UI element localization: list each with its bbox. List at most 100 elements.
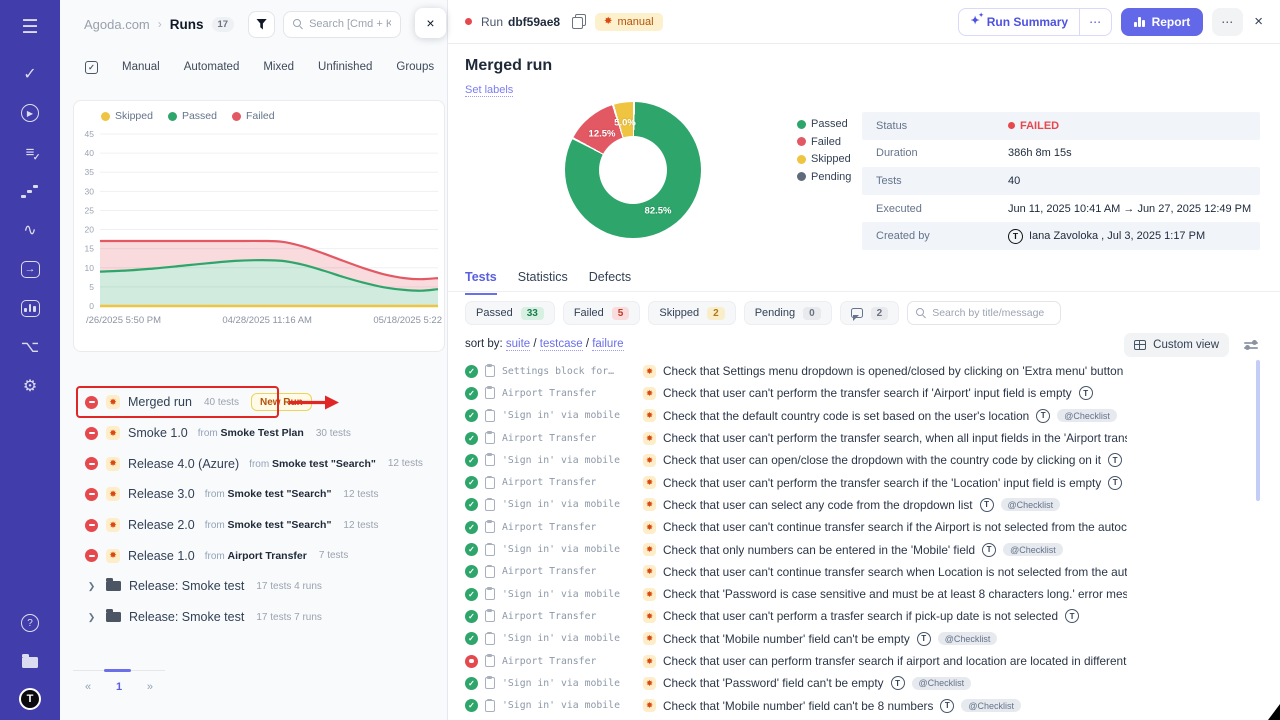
manual-icon: ✸	[643, 655, 656, 668]
run-row[interactable]: ✸ Release 3.0 from Smoke test "Search" 1…	[60, 479, 447, 510]
run-result-donut: 82.5%12.5%5.0%	[565, 102, 701, 238]
chevron-right-icon[interactable]: ❯	[85, 581, 98, 592]
sidebar-menu-icon[interactable]: ☰	[16, 14, 44, 40]
filter-chip-pending[interactable]: Pending0	[744, 301, 832, 325]
run-name: Merged run	[128, 395, 192, 409]
test-row[interactable]: ✓ Airport Transfer ✸ Check that user can…	[465, 561, 1127, 583]
run-detail-body: Merged run Set labels 82.5%12.5%5.0% Pas…	[448, 44, 1280, 720]
test-row[interactable]: ✓ 'Sign in' via mobile ✸ Check that 'Mob…	[465, 694, 1127, 716]
test-row[interactable]: ✓ 'Sign in' via mobile ✸ Check that user…	[465, 494, 1127, 516]
test-row[interactable]: ✓ Airport Transfer ✸ Check that user can…	[465, 382, 1127, 404]
test-row[interactable]: ✓ Settings block for… ✸ Check that Setti…	[465, 360, 1127, 382]
copy-icon[interactable]	[571, 14, 586, 29]
pagination-next[interactable]: »	[147, 681, 153, 693]
runs-tab-automated[interactable]: Automated	[184, 61, 240, 73]
runs-tab-manual[interactable]: Manual	[122, 61, 160, 73]
legend-item: Failed	[797, 136, 851, 148]
run-name: Release 4.0 (Azure)	[128, 457, 239, 471]
filter-chip-skipped[interactable]: Skipped2	[648, 301, 735, 325]
sidebar-help-icon[interactable]: ?	[16, 610, 44, 636]
sort-link-failure[interactable]: failure	[592, 338, 623, 351]
trend-legend: SkippedPassedFailed	[74, 110, 444, 122]
runs-tab-mixed[interactable]: Mixed	[263, 61, 294, 73]
run-row[interactable]: ✸ Smoke 1.0 from Smoke Test Plan 30 test…	[60, 418, 447, 449]
runs-tab-unfinished[interactable]: Unfinished	[318, 61, 372, 73]
report-button[interactable]: Report	[1121, 8, 1203, 36]
run-summary-button[interactable]: ✦✦ Run Summary ⋯	[958, 8, 1112, 36]
sidebar-test-cases-icon[interactable]: ≡✓	[16, 139, 44, 165]
manual-icon: ✸	[643, 409, 656, 422]
info-row: Created by TIana Zavoloka , Jul 3, 2025 …	[862, 222, 1260, 250]
sidebar-reports-icon[interactable]	[16, 295, 44, 321]
tests-search[interactable]	[907, 301, 1061, 325]
comments-count-badge: 2	[871, 307, 889, 320]
testcase-icon	[485, 610, 495, 622]
legend-item: Failed	[232, 110, 275, 122]
creator-avatar: T	[1008, 229, 1023, 244]
test-row[interactable]: ✓ Airport Transfer ✸ Check that user can…	[465, 471, 1127, 493]
tests-scrollbar[interactable]	[1256, 360, 1260, 501]
pagination-current-page[interactable]: 1	[116, 681, 122, 693]
run-row[interactable]: ✸ Merged run 40 tests New Run	[60, 387, 447, 418]
test-row[interactable]: ✓ Airport Transfer ✸ Check that user can…	[465, 605, 1127, 627]
test-row[interactable]: ✓ 'Sign in' via mobile ✸ Check that 'Pas…	[465, 583, 1127, 605]
test-row[interactable]: ✓ 'Sign in' via mobile ✸ Check that only…	[465, 538, 1127, 560]
view-settings-icon[interactable]	[1244, 339, 1258, 352]
run-summary-more-button[interactable]: ⋯	[1079, 9, 1111, 35]
checklist-badge: @Checklist	[938, 632, 998, 645]
manual-icon: ✸	[106, 395, 120, 409]
chevron-right-icon[interactable]: ❯	[85, 612, 98, 623]
sidebar-runs-play-icon[interactable]: ▶	[16, 100, 44, 126]
testcase-icon	[485, 633, 495, 645]
svg-text:35: 35	[85, 167, 95, 177]
failed-status-icon	[85, 396, 98, 409]
test-row[interactable]: ✓ 'Sign in' via mobile ✸ Check that 'Pas…	[465, 672, 1127, 694]
svg-text:40: 40	[85, 148, 95, 158]
sidebar-milestones-icon[interactable]	[16, 178, 44, 204]
run-row[interactable]: ✸ Release 1.0 from Airport Transfer 7 te…	[60, 540, 447, 571]
legend-dot	[797, 137, 806, 146]
suite-name: Airport Transfer	[502, 611, 636, 622]
tests-search-input[interactable]	[932, 307, 1052, 319]
close-run-detail-button[interactable]: ×	[1252, 13, 1265, 30]
test-title: Check that 'Password is case sensitive a…	[663, 587, 1127, 601]
sidebar-activity-icon[interactable]: ∿	[16, 217, 44, 243]
test-row[interactable]: ✓ 'Sign in' via mobile ✸ Check that 'Mob…	[465, 628, 1127, 650]
sidebar-versions-icon[interactable]: ⌥	[16, 334, 44, 360]
panel-close-button[interactable]: ×	[415, 8, 446, 38]
test-row[interactable]: ✓ Airport Transfer ✸ Check that user can…	[465, 516, 1127, 538]
set-labels-link[interactable]: Set labels	[465, 84, 513, 97]
sort-link-suite[interactable]: suite	[506, 338, 530, 351]
runs-search-input[interactable]	[309, 18, 391, 30]
passed-status-icon: ✓	[465, 632, 478, 645]
filter-chip-failed[interactable]: Failed5	[563, 301, 641, 325]
select-runs-icon[interactable]: ✓	[85, 61, 98, 74]
sidebar-sign-in-icon[interactable]: →	[16, 256, 44, 282]
donut-slice-label: 82.5%	[645, 206, 672, 217]
run-group-row[interactable]: ❯ Release: Smoke test 17 tests 4 runs	[60, 571, 447, 602]
more-actions-button[interactable]: ⋯	[1212, 8, 1243, 36]
filter-chip-comments[interactable]: 2	[840, 301, 900, 325]
run-group-row[interactable]: ❯ Release: Smoke test 17 tests 7 runs	[60, 602, 447, 633]
sidebar-projects-icon[interactable]	[16, 649, 44, 675]
test-row[interactable]: ✓ 'Sign in' via mobile ✸ Check that the …	[465, 405, 1127, 427]
sidebar-tasks-icon[interactable]: ✓	[16, 61, 44, 87]
run-row[interactable]: ✸ Release 4.0 (Azure) from Smoke test "S…	[60, 448, 447, 479]
test-row[interactable]: ✓ Airport Transfer ✸ Check that user can…	[465, 427, 1127, 449]
run-row[interactable]: ✸ Release 2.0 from Smoke test "Search" 1…	[60, 510, 447, 541]
runs-search[interactable]	[283, 11, 401, 38]
test-row[interactable]: ✓ 'Sign in' via mobile ✸ Check that user…	[465, 449, 1127, 471]
pagination-prev[interactable]: «	[85, 681, 91, 693]
test-row[interactable]: Airport Transfer ✸ Check that user can p…	[465, 650, 1127, 672]
pagination: « 1 »	[73, 670, 165, 693]
run-summary-label: Run Summary	[987, 15, 1068, 29]
sidebar-settings-icon[interactable]: ⚙	[16, 373, 44, 399]
filter-button[interactable]	[248, 11, 275, 38]
filter-chip-passed[interactable]: Passed33	[465, 301, 555, 325]
custom-view-button[interactable]: Custom view	[1124, 333, 1229, 357]
runs-tab-groups[interactable]: Groups	[396, 61, 434, 73]
sort-link-testcase[interactable]: testcase	[540, 338, 583, 351]
run-name: Release 3.0	[128, 487, 195, 501]
breadcrumb-project[interactable]: Agoda.com	[84, 17, 150, 32]
user-avatar[interactable]: T	[19, 688, 41, 710]
